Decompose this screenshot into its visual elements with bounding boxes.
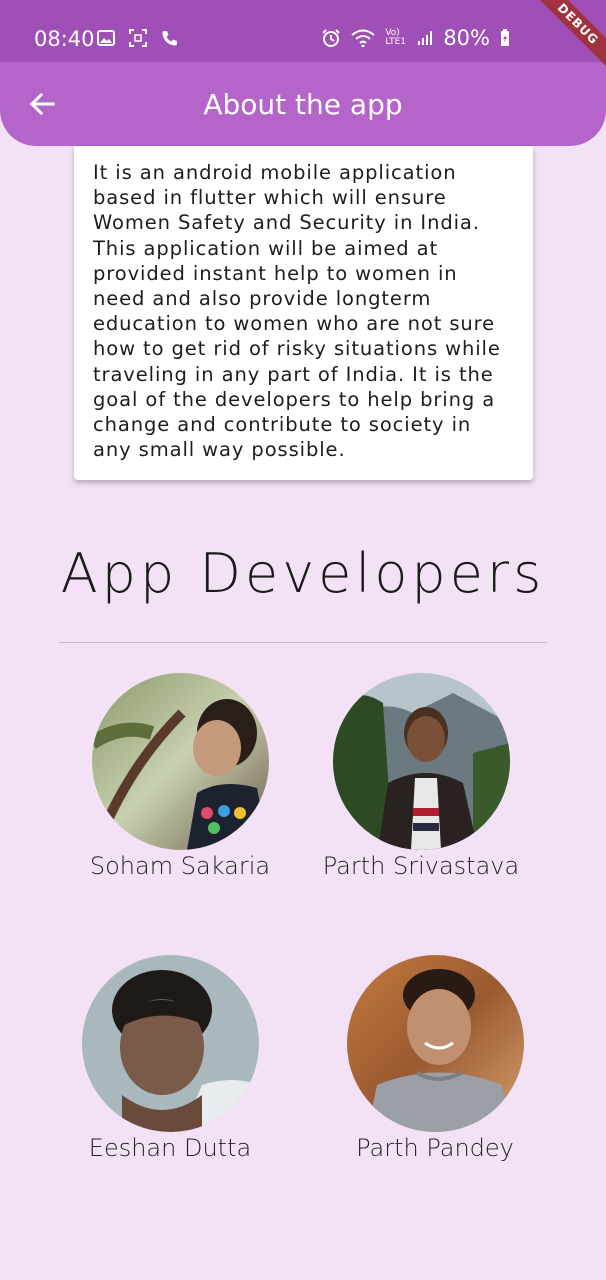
developer-card: Parth Pandey: [315, 955, 555, 1162]
about-card: It is an android mobile application base…: [74, 146, 533, 480]
avatar: [81, 955, 259, 1132]
screenshot-icon: [129, 29, 147, 47]
battery-percent: 80%: [443, 26, 490, 50]
gallery-icon: [97, 30, 115, 46]
toolbar: About the app: [0, 62, 606, 146]
avatar: [91, 673, 269, 850]
status-right-icons: Vo) LTE1 80%: [321, 26, 510, 50]
network-label: Vo) LTE1: [385, 28, 406, 47]
wifi-icon: [351, 29, 375, 47]
developer-card: Parth Srivastava: [301, 673, 541, 880]
developer-card: Soham Sakaria: [60, 673, 300, 880]
battery-charging-icon: [501, 29, 509, 46]
avatar: [332, 673, 510, 850]
developer-name: Soham Sakaria: [89, 852, 271, 880]
divider: [59, 642, 547, 643]
status-bar: 08:40 Vo) LTE1 80% DEBUG: [0, 0, 606, 74]
status-left-icons: [97, 29, 179, 47]
developers-heading: App Developers: [60, 542, 546, 605]
status-time: 08:40: [34, 27, 95, 51]
developer-name: Parth Srivastava: [322, 852, 520, 880]
developer-name: Parth Pandey: [356, 1134, 514, 1162]
phone-icon: [162, 31, 177, 46]
developer-card: Eeshan Dutta: [50, 955, 290, 1162]
developer-name: Eeshan Dutta: [88, 1134, 252, 1162]
avatar: [346, 955, 524, 1132]
signal-icon: [418, 31, 433, 45]
app-bar: 08:40 Vo) LTE1 80% DEBUG About the app: [0, 0, 606, 146]
page-title: About the app: [203, 88, 403, 121]
about-text: It is an android mobile application base…: [93, 161, 501, 462]
alarm-icon: [322, 29, 341, 47]
